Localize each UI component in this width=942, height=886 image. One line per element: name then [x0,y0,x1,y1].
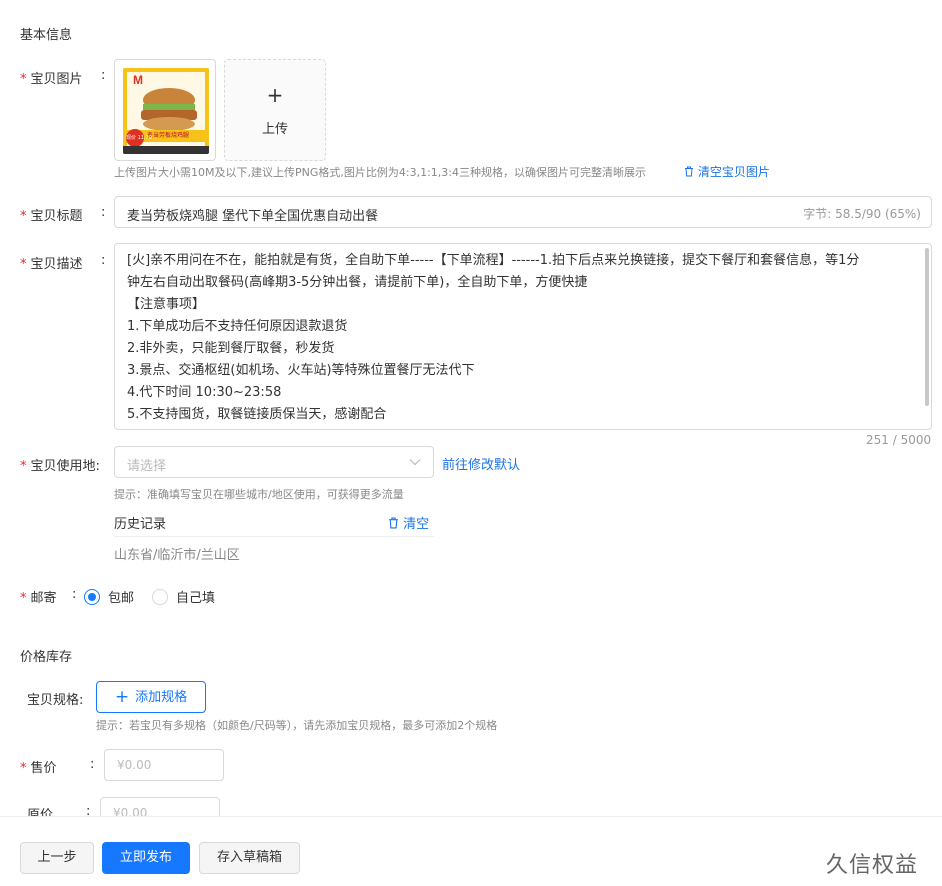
svg-text:M: M [133,73,143,87]
desc-line: 钟左右自动出取餐码(高峰期3-5分钟出餐，请提前下单)，全自助下单，方便快捷 [127,275,588,290]
colon: : [72,587,77,602]
sale-price-input[interactable]: ¥0.00 [104,749,224,781]
desc-line: 5.不支持囤货，取餐链接质保当天，感谢配合 [127,407,387,422]
image-label: * 宝贝图片 [20,72,83,87]
title-input[interactable]: 麦当劳板烧鸡腿 堡代下单全国优惠自动出餐 字节: 58.5/90 (65%) [114,196,932,228]
plus-icon: + [266,83,284,107]
trash-icon [389,517,398,529]
product-image: M 麦当劳板烧鸡腿 现价 11.79 [123,68,209,154]
image-hint: 上传图片大小需10M及以下,建议上传PNG格式,图片比例为4:3,1:1,3:4… [114,166,646,179]
desc-content: [火]亲不用问在不在，能拍就是有货，全自助下单-----【下单流程】------… [127,250,917,426]
location-select[interactable]: 请选择 [114,446,434,478]
modify-default-link[interactable]: 前往修改默认 [442,454,520,473]
history-clear-link[interactable]: 清空 [388,513,429,532]
required-mark: * [20,459,27,474]
location-label: * 宝贝使用地: [20,459,100,474]
desc-line: 1.下单成功后不支持任何原因退款退货 [127,319,348,334]
add-spec-button[interactable]: + 添加规格 [96,681,206,713]
upload-label: 上传 [261,122,288,137]
footer-bar: 上一步 立即发布 存入草稿箱 久信权益 [0,816,942,886]
desc-line: 【注意事项】 [127,297,206,312]
desc-scrollbar[interactable] [925,248,929,406]
upload-button[interactable]: + 上传 [224,59,326,161]
price-section-title: 价格库存 [20,650,73,665]
required-mark: * [20,761,27,776]
save-draft-button[interactable]: 存入草稿箱 [199,842,300,874]
title-label: * 宝贝标题 [20,209,83,224]
colon: : [101,205,106,220]
radio-unchecked[interactable] [152,588,168,605]
desc-line: 2.非外卖，只能到餐厅取餐，秒发货 [127,341,335,356]
watermark: 久信权益 [826,853,919,878]
shipping-radio-custom[interactable]: 自己填 [152,587,215,606]
image-caption: 麦当劳板烧鸡腿 [147,132,190,139]
required-mark: * [20,257,27,272]
desc-textarea[interactable]: [火]亲不用问在不在，能拍就是有货，全自助下单-----【下单流程】------… [114,243,932,430]
desc-line: 3.景点、交通枢纽(如机场、火车站)等特殊位置餐厅无法代下 [127,363,475,378]
location-placeholder: 请选择 [127,459,167,474]
chevron-down-icon [409,459,421,466]
desc-counter: 251 / 5000 [866,433,932,447]
publish-button[interactable]: 立即发布 [102,842,190,874]
colon: : [101,253,106,268]
basic-section-title: 基本信息 [20,28,73,43]
spec-label: 宝贝规格: [27,693,84,708]
plus-icon: + [114,687,130,707]
shipping-label: * 邮寄 [20,591,57,606]
shipping-radio-free[interactable]: 包邮 [84,587,134,606]
clear-images-link[interactable]: 清空宝贝图片 [684,163,770,180]
colon: : [101,68,106,83]
colon: : [90,757,95,772]
history-divider [114,536,434,537]
desc-line: [火]亲不用问在不在，能拍就是有货，全自助下单-----【下单流程】------… [127,253,860,268]
history-label: 历史记录 [114,517,167,532]
image-price-tag: 现价 11.79 [126,135,152,141]
prev-step-button[interactable]: 上一步 [20,842,94,874]
required-mark: * [20,209,27,224]
product-image-thumb[interactable]: M 麦当劳板烧鸡腿 现价 11.79 [114,59,216,161]
title-value: 麦当劳板烧鸡腿 堡代下单全国优惠自动出餐 [127,209,379,224]
desc-line: 4.代下时间 10:30~23:58 [127,385,282,400]
required-mark: * [20,591,27,606]
desc-label: * 宝贝描述 [20,257,83,272]
trash-icon [685,166,693,177]
history-item[interactable]: 山东省/临沂市/兰山区 [114,544,240,563]
sale-price-placeholder: ¥0.00 [117,758,152,772]
location-hint: 提示：准确填写宝贝在哪些城市/地区使用，可获得更多流量 [114,488,404,501]
sale-price-label: * 售价 [20,761,57,776]
title-counter: 字节: 58.5/90 (65%) [803,207,921,221]
required-mark: * [20,72,27,87]
spec-hint: 提示：若宝贝有多规格（如颜色/尺码等），请先添加宝贝规格，最多可添加2个规格 [96,719,498,732]
radio-checked[interactable] [84,588,100,605]
